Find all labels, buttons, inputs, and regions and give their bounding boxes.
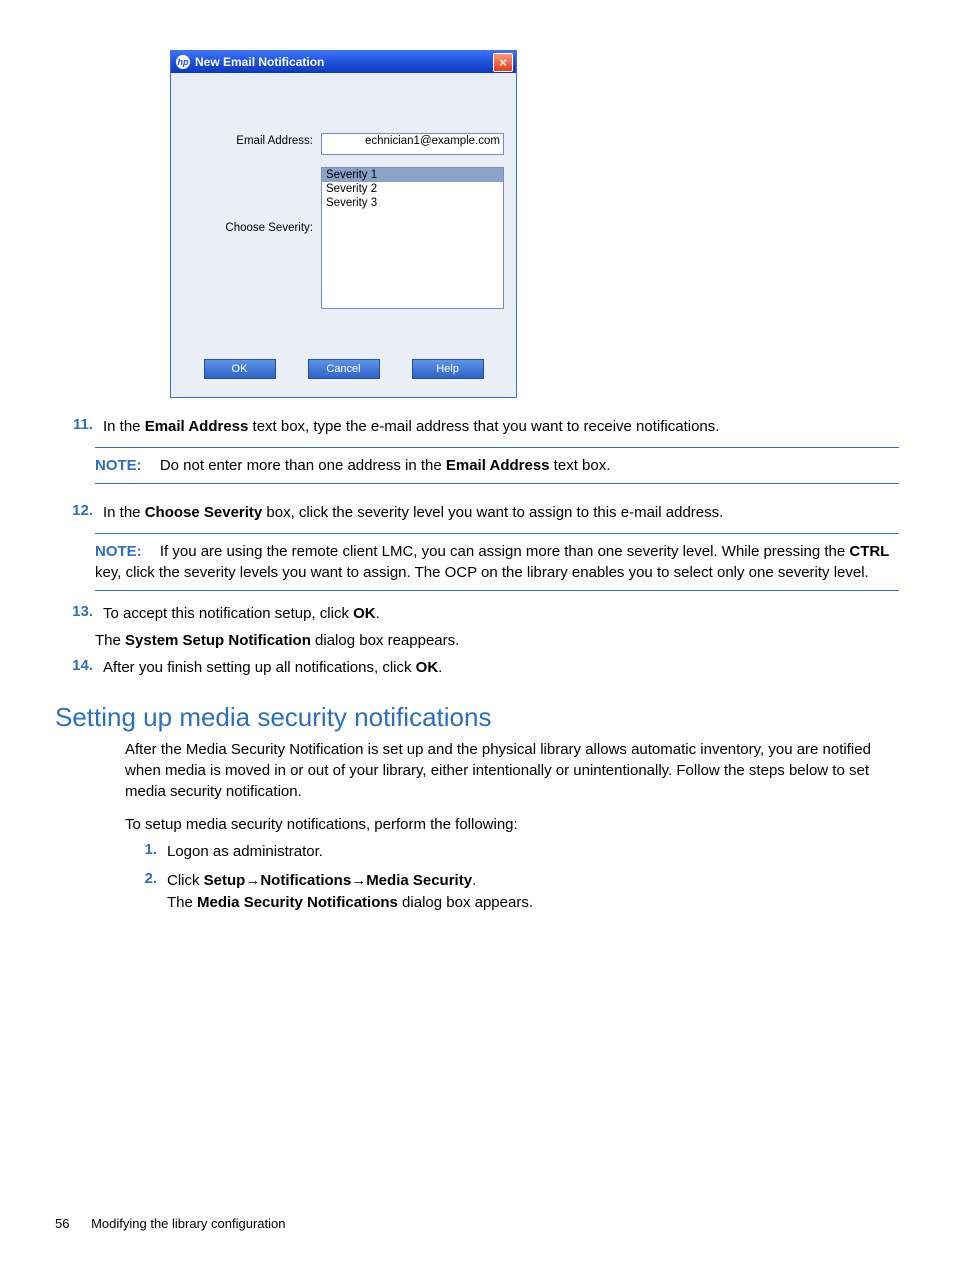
note-11: NOTE: Do not enter more than one address… — [95, 447, 899, 484]
step-number: 11. — [55, 416, 103, 437]
step-12: 12. In the Choose Severity box, click th… — [55, 502, 899, 523]
step-text: In the Email Address text box, type the … — [103, 416, 899, 437]
new-email-notification-dialog: hp New Email Notification × Email Addres… — [170, 50, 517, 398]
chapter-title: Modifying the library configuration — [91, 1216, 285, 1231]
note-label: NOTE: — [95, 457, 142, 474]
choose-severity-label: Choose Severity: — [183, 167, 321, 234]
step-text: To accept this notification setup, click… — [103, 603, 899, 624]
severity-listbox[interactable]: Severity 1 Severity 2 Severity 3 — [321, 167, 504, 309]
step-text: In the Choose Severity box, click the se… — [103, 502, 899, 523]
section-para-1: After the Media Security Notification is… — [125, 739, 899, 802]
help-button[interactable]: Help — [412, 359, 484, 379]
dialog-body: Email Address: echnician1@example.com Ch… — [171, 73, 516, 341]
email-address-input[interactable]: echnician1@example.com — [321, 133, 504, 155]
hp-logo-icon: hp — [176, 55, 190, 69]
severity-option-3[interactable]: Severity 3 — [322, 196, 503, 210]
step-number: 13. — [55, 603, 103, 624]
severity-option-1[interactable]: Severity 1 — [322, 168, 503, 182]
step-number: 2. — [125, 870, 167, 915]
close-icon[interactable]: × — [493, 53, 513, 72]
step-text: After you finish setting up all notifica… — [103, 657, 899, 678]
ordered-step-1: 1. Logon as administrator. — [55, 841, 899, 864]
ordered-step-2: 2. Click Setup→Notifications→Media Secur… — [55, 870, 899, 915]
step-text: Logon as administrator. — [167, 841, 899, 864]
dialog-button-row: OK Cancel Help — [171, 341, 516, 397]
dialog-titlebar: hp New Email Notification × — [171, 51, 516, 73]
step-11: 11. In the Email Address text box, type … — [55, 416, 899, 437]
note-label: NOTE: — [95, 543, 142, 560]
step-number: 1. — [125, 841, 167, 864]
ok-button[interactable]: OK — [204, 359, 276, 379]
step-number: 14. — [55, 657, 103, 678]
section-heading: Setting up media security notifications — [55, 702, 899, 733]
step-13: 13. To accept this notification setup, c… — [55, 603, 899, 624]
section-para-2: To setup media security notifications, p… — [125, 814, 899, 835]
severity-option-2[interactable]: Severity 2 — [322, 182, 503, 196]
step-text: Click Setup→Notifications→Media Security… — [167, 870, 899, 915]
page-number: 56 — [55, 1216, 69, 1231]
step-13-sub: The System Setup Notification dialog box… — [95, 630, 899, 651]
note-12: NOTE: If you are using the remote client… — [95, 533, 899, 591]
email-address-label: Email Address: — [183, 133, 321, 147]
step-number: 12. — [55, 502, 103, 523]
dialog-title: New Email Notification — [195, 55, 324, 69]
cancel-button[interactable]: Cancel — [308, 359, 380, 379]
page-footer: 56 Modifying the library configuration — [55, 1216, 285, 1231]
step-14: 14. After you finish setting up all noti… — [55, 657, 899, 678]
